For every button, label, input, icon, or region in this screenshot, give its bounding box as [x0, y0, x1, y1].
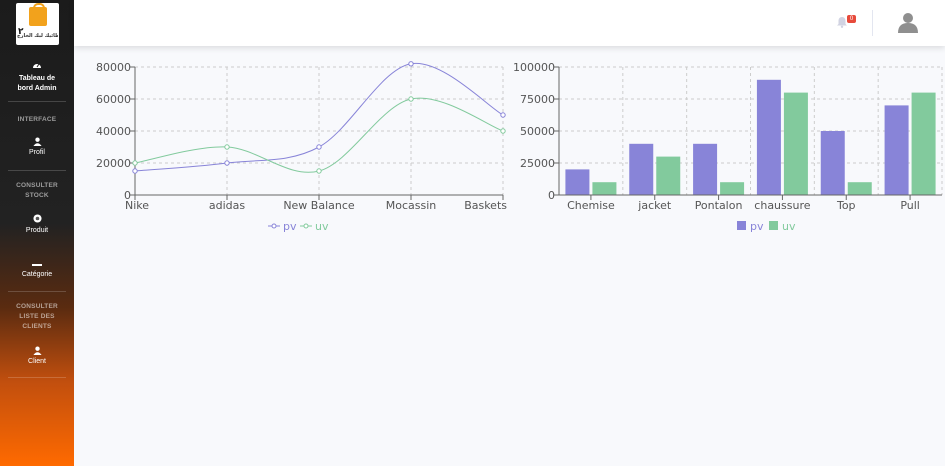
x-tick-label: Chemise	[567, 199, 615, 212]
data-point-uv	[500, 128, 506, 134]
x-tick-label: Nike	[125, 199, 149, 212]
x-tick-label: chaussure	[754, 199, 810, 212]
bar-pv	[629, 143, 654, 195]
x-tick-label: Pull	[900, 199, 920, 212]
heading-interface: INTERFACE	[0, 115, 74, 125]
sidebar-divider	[8, 291, 66, 292]
data-point-uv	[132, 160, 138, 166]
y-tick-label: 50000	[520, 125, 555, 138]
x-tick-label: Top	[836, 199, 856, 212]
legend-label-pv: pv	[283, 220, 297, 233]
product-icon	[32, 214, 42, 223]
nav-dashboard[interactable]: Tableau de bord Admin	[0, 60, 74, 94]
topbar: 0	[74, 0, 945, 46]
heading-consulter-clients: CONSULTER LISTE DES CLIENTS	[0, 302, 74, 332]
tachometer-icon	[33, 63, 41, 68]
y-tick-label: 80000	[96, 61, 131, 74]
x-tick-label: Mocassin	[386, 199, 437, 212]
user-icon	[32, 346, 42, 355]
sidebar-divider	[8, 101, 66, 102]
bar-uv	[720, 182, 745, 195]
category-icon	[32, 264, 42, 266]
bar-pv	[693, 143, 718, 195]
y-tick-label: 60000	[96, 93, 131, 106]
bar-uv	[592, 182, 617, 195]
y-tick-label: 75000	[520, 93, 555, 106]
nav-categorie[interactable]: Catégorie	[0, 263, 74, 280]
x-tick-label: New Balance	[283, 199, 355, 212]
nav-produit[interactable]: Produit	[0, 214, 74, 236]
bar-uv	[783, 92, 808, 195]
bar-pv	[565, 169, 590, 195]
data-point-pv	[132, 168, 138, 174]
x-tick-label: jacket	[637, 199, 672, 212]
legend-label-uv: uv	[782, 220, 796, 233]
legend-label-pv: pv	[750, 220, 764, 233]
nav-categorie-label: Catégorie	[21, 271, 53, 278]
legend-label-uv: uv	[315, 220, 329, 233]
shopping-bag-icon	[29, 3, 47, 26]
x-tick-label: Baskets	[464, 199, 507, 212]
legend-marker-dot-pv	[271, 223, 277, 229]
bar-chart: 0 25000 50000 75000 100000 Chemise jacket Ponta…	[513, 61, 943, 233]
y-tick-label: 100000	[513, 61, 555, 74]
bar-pv	[756, 79, 781, 195]
bar-uv	[656, 156, 681, 195]
line-chart: 020000400006000080000Nike adidas New Balan…	[96, 61, 507, 233]
sidebar: ٢ فطائيك لبك الخارج Tableau de bord Admi…	[0, 0, 74, 466]
heading-consulter-stock-label: CONSULTER STOCK	[16, 182, 58, 199]
bar-uv	[847, 182, 872, 195]
nav-client[interactable]: Client	[0, 346, 74, 367]
x-tick-label: adidas	[209, 199, 246, 212]
nav-profil-label: Profil	[29, 149, 45, 156]
bar-uv	[911, 92, 936, 195]
heading-interface-label: INTERFACE	[17, 116, 57, 123]
bar-pv	[820, 131, 845, 195]
data-point-pv	[224, 160, 230, 166]
sidebar-divider	[8, 377, 66, 378]
user-icon	[32, 137, 42, 146]
notification-badge: 0	[847, 15, 856, 23]
y-tick-label: 20000	[96, 157, 131, 170]
user-avatar-icon[interactable]	[897, 11, 919, 33]
data-point-uv	[224, 144, 230, 150]
heading-consulter-stock: CONSULTER STOCK	[0, 181, 74, 201]
legend-marker-uv	[769, 221, 778, 230]
legend-marker-dot-uv	[303, 223, 309, 229]
y-tick-label: 25000	[520, 157, 555, 170]
nav-client-label: Client	[28, 358, 46, 365]
data-point-pv	[408, 61, 414, 67]
logo-text: فطائيك لبك الخارج	[17, 33, 58, 39]
data-point-uv	[316, 168, 322, 174]
data-point-uv	[408, 96, 414, 102]
heading-consulter-clients-label: CONSULTER LISTE DES CLIENTS	[16, 303, 58, 330]
x-tick-label: Pontalon	[695, 199, 743, 212]
nav-profil[interactable]: Profil	[0, 137, 74, 158]
sidebar-divider	[8, 170, 66, 171]
data-point-pv	[500, 112, 506, 118]
legend-marker-pv	[737, 221, 746, 230]
brand-logo[interactable]: ٢ فطائيك لبك الخارج	[16, 3, 59, 45]
nav-produit-label: Produit	[25, 227, 49, 234]
topbar-divider	[872, 10, 873, 36]
bar-pv	[884, 105, 909, 195]
y-tick-label: 40000	[96, 125, 131, 138]
nav-dashboard-label: Tableau de bord Admin	[17, 75, 57, 92]
y-tick-label: 0	[548, 189, 555, 202]
data-point-pv	[316, 144, 322, 150]
